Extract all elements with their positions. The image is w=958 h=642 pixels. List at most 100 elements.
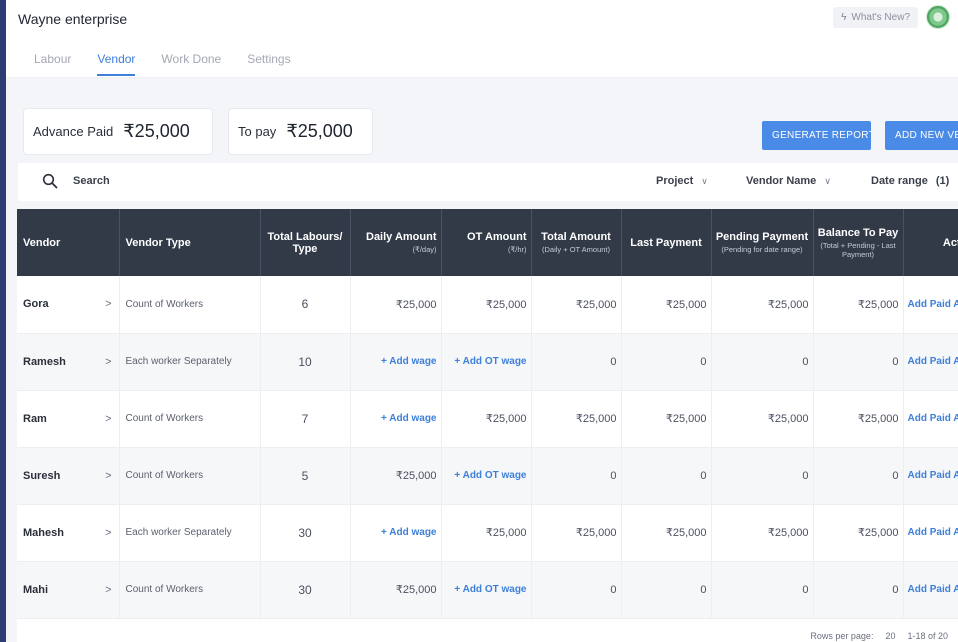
add-new-vendor-button[interactable]: ADD NEW VENDOR: [885, 121, 958, 150]
table-row[interactable]: Suresh > Count of Workers 5 ₹25,000 + Add…: [17, 447, 958, 505]
column-header-last-payment[interactable]: Last Payment: [621, 209, 712, 276]
last-payment-cell: ₹25,000: [621, 276, 712, 334]
total-amount-cell: ₹25,000: [531, 390, 622, 448]
total-labours-cell: 6: [260, 276, 351, 334]
to-pay-card: To pay ₹25,000: [228, 108, 373, 155]
vendor-name-cell[interactable]: Mahi >: [17, 561, 120, 619]
total-amount-cell: 0: [531, 447, 622, 505]
chevron-right-icon[interactable]: >: [105, 413, 111, 425]
ot-amount-cell: ₹25,000: [441, 390, 532, 448]
to-pay-value: ₹25,000: [286, 121, 353, 141]
filter-bar: Search Project ∨ Vendor Name ∨ Date rang…: [18, 163, 958, 201]
column-header-total-amount[interactable]: Total Amount (Daily + OT Amount): [531, 209, 622, 276]
table-row[interactable]: Mahi > Count of Workers 30 ₹25,000 + Add …: [17, 561, 958, 619]
column-header-pending-payment[interactable]: Pending Payment (Pending for date range): [711, 209, 814, 276]
balance-to-pay-cell: ₹25,000: [813, 276, 904, 334]
balance-to-pay-cell: 0: [813, 333, 904, 391]
date-range-filter-label: Date range: [871, 175, 928, 187]
table-row[interactable]: Ram > Count of Workers 7 + Add wage ₹25,0…: [17, 390, 958, 448]
vendor-name-cell[interactable]: Mahesh >: [17, 504, 120, 562]
vendor-name-cell[interactable]: Suresh >: [17, 447, 120, 505]
total-labours-cell: 10: [260, 333, 351, 391]
vendor-type-cell: Count of Workers: [119, 561, 261, 619]
last-payment-cell: 0: [621, 333, 712, 391]
project-filter[interactable]: Project ∨: [656, 175, 708, 187]
balance-to-pay-cell: 0: [813, 447, 904, 505]
pending-payment-cell: ₹25,000: [711, 390, 814, 448]
balance-to-pay-cell: 0: [813, 561, 904, 619]
vendor-name-cell[interactable]: Ram >: [17, 390, 120, 448]
balance-to-pay-cell: ₹25,000: [813, 390, 904, 448]
vendor-name-filter-label: Vendor Name: [746, 175, 817, 187]
avatar[interactable]: [926, 5, 950, 29]
ot-amount-cell: ₹25,000: [441, 276, 532, 334]
add-paid-amount-link[interactable]: Add Paid Amount: [903, 447, 958, 505]
app-header: Wayne enterprise ϟ What's New?: [6, 0, 958, 38]
summary-row: Advance Paid ₹25,000 To pay ₹25,000 GENE…: [6, 108, 958, 156]
pending-payment-cell: ₹25,000: [711, 504, 814, 562]
bolt-icon: ϟ: [841, 12, 847, 23]
add-paid-amount-link[interactable]: Add Paid Amount: [903, 561, 958, 619]
column-header-vendor[interactable]: Vendor: [17, 209, 120, 276]
chevron-right-icon[interactable]: >: [105, 584, 111, 596]
table-row[interactable]: Mahesh > Each worker Separately 30 + Add …: [17, 504, 958, 562]
add-ot-wage-link[interactable]: + Add OT wage: [441, 333, 532, 391]
advance-paid-card: Advance Paid ₹25,000: [23, 108, 213, 155]
chevron-right-icon[interactable]: >: [105, 298, 111, 310]
add-paid-amount-link[interactable]: Add Paid Amount: [903, 390, 958, 448]
pagination-range: 1-18 of 20: [907, 631, 948, 641]
vendor-name-cell[interactable]: Gora >: [17, 276, 120, 334]
date-range-filter[interactable]: Date range (1): [871, 175, 949, 187]
advance-paid-label: Advance Paid: [33, 124, 114, 139]
vendor-type-cell: Count of Workers: [119, 447, 261, 505]
column-header-balance-to-pay[interactable]: Balance To Pay (Total + Pending - Last Pa…: [813, 209, 904, 276]
ot-amount-cell: ₹25,000: [441, 504, 532, 562]
vendor-type-cell: Each worker Separately: [119, 333, 261, 391]
column-header-daily-amount[interactable]: Daily Amount (₹/day): [350, 209, 442, 276]
add-paid-amount-link[interactable]: Add Paid Amount: [903, 333, 958, 391]
chevron-down-icon: ∨: [824, 175, 831, 186]
chevron-down-icon: ∨: [701, 175, 708, 186]
add-paid-amount-link[interactable]: Add Paid Amount: [903, 276, 958, 334]
add-wage-link[interactable]: + Add wage: [350, 333, 442, 391]
pending-payment-cell: ₹25,000: [711, 276, 814, 334]
tab-labour[interactable]: Labour: [34, 52, 71, 74]
column-header-ot-amount[interactable]: OT Amount (₹/hr): [441, 209, 532, 276]
last-payment-cell: 0: [621, 561, 712, 619]
add-ot-wage-link[interactable]: + Add OT wage: [441, 561, 532, 619]
total-amount-cell: 0: [531, 561, 622, 619]
total-labours-cell: 7: [260, 390, 351, 448]
daily-amount-cell: ₹25,000: [350, 447, 442, 505]
tab-bar: Labour Vendor Work Done Settings: [6, 38, 958, 78]
table-row[interactable]: Ramesh > Each worker Separately 10 + Add …: [17, 333, 958, 391]
chevron-right-icon[interactable]: >: [105, 527, 111, 539]
generate-report-button[interactable]: GENERATE REPORT: [762, 121, 871, 150]
app-title: Wayne enterprise: [18, 11, 128, 27]
table-row[interactable]: Gora > Count of Workers 6 ₹25,000 ₹25,000…: [17, 276, 958, 334]
pending-payment-cell: 0: [711, 561, 814, 619]
search-input[interactable]: Search: [73, 175, 110, 187]
vendor-name-filter[interactable]: Vendor Name ∨: [746, 175, 831, 187]
add-paid-amount-link[interactable]: Add Paid Amount: [903, 504, 958, 562]
add-ot-wage-link[interactable]: + Add OT wage: [441, 447, 532, 505]
add-wage-link[interactable]: + Add wage: [350, 390, 442, 448]
pending-payment-cell: 0: [711, 447, 814, 505]
column-header-action[interactable]: Action: [903, 209, 958, 276]
tab-settings[interactable]: Settings: [247, 52, 290, 74]
vendor-table: Vendor Vendor Type Total Labours/ Type D…: [17, 209, 958, 619]
total-amount-cell: 0: [531, 333, 622, 391]
chevron-right-icon[interactable]: >: [105, 470, 111, 482]
tab-work-done[interactable]: Work Done: [161, 52, 221, 74]
search-icon[interactable]: [42, 173, 58, 189]
add-wage-link[interactable]: + Add wage: [350, 504, 442, 562]
column-header-total-labours[interactable]: Total Labours/ Type: [260, 209, 351, 276]
chevron-right-icon[interactable]: >: [105, 356, 111, 368]
vendor-table-container: Vendor Vendor Type Total Labours/ Type D…: [17, 209, 958, 642]
tab-vendor[interactable]: Vendor: [97, 52, 136, 76]
app-window: Wayne enterprise ϟ What's New? Labour Ve…: [6, 0, 958, 642]
pagination: Rows per page: 20 1-18 of 20: [810, 631, 948, 641]
whats-new-button[interactable]: ϟ What's New?: [833, 7, 918, 28]
vendor-name-cell[interactable]: Ramesh >: [17, 333, 120, 391]
column-header-vendor-type[interactable]: Vendor Type: [119, 209, 261, 276]
rows-per-page-select[interactable]: 20: [885, 631, 895, 641]
